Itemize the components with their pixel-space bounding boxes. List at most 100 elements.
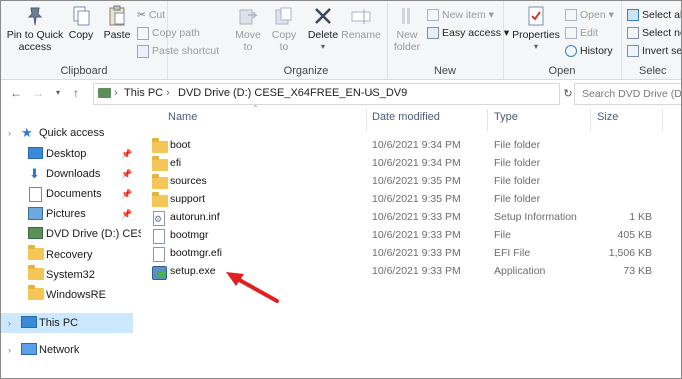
select-none-label: Select no [642, 27, 682, 39]
column-header-name[interactable]: Name [168, 111, 197, 123]
nav-item-downloads[interactable]: ⬇ Downloads 📌 [1, 164, 133, 184]
file-row-bootmgr[interactable]: bootmgr 10/6/2021 9:33 PM File 405 KB [142, 227, 662, 245]
nav-item-windowsre[interactable]: WindowsRE [1, 285, 133, 305]
cut-label: Cut [148, 9, 166, 21]
new-item-button[interactable]: New item ▾ [427, 6, 494, 24]
nav-item-dvd-drive[interactable]: DVD Drive (D:) CESE [1, 224, 141, 244]
invert-selection-label: Invert se [642, 45, 682, 57]
cut-button[interactable]: ✂ Cut [137, 6, 165, 24]
invert-selection-icon [627, 45, 639, 58]
folder-icon [152, 138, 168, 153]
file-type: File folder [494, 175, 541, 187]
copy-button[interactable]: Copy [65, 5, 97, 41]
file-row-setup-exe[interactable]: setup.exe 10/6/2021 9:33 PM Application … [142, 263, 662, 281]
rename-button[interactable]: Rename [341, 5, 381, 41]
column-divider[interactable] [662, 109, 663, 131]
column-header-type[interactable]: Type [494, 111, 518, 123]
file-row-support[interactable]: support 10/6/2021 9:35 PM File folder [142, 191, 662, 209]
column-header-size[interactable]: Size [597, 111, 618, 123]
file-date: 10/6/2021 9:33 PM [372, 211, 461, 223]
refresh-button[interactable]: ↻ [561, 85, 575, 101]
copy-to-icon [275, 7, 292, 25]
nav-item-network[interactable]: › Network [1, 340, 133, 360]
move-to-button[interactable]: Move to [229, 5, 267, 53]
documents-icon [29, 187, 42, 202]
nav-item-this-pc[interactable]: › This PC [1, 313, 133, 333]
invert-selection-button[interactable]: Invert se [627, 42, 682, 60]
nav-item-pictures[interactable]: Pictures 📌 [1, 204, 133, 224]
history-label: History [580, 45, 613, 57]
folder-icon [152, 174, 168, 189]
file-row-bootmgr-efi[interactable]: bootmgr.efi 10/6/2021 9:33 PM EFI File 1… [142, 245, 662, 263]
edit-button[interactable]: Edit [565, 24, 598, 42]
file-name: bootmgr.efi [170, 247, 222, 259]
copy-path-label: Copy path [152, 27, 200, 39]
easy-access-button[interactable]: Easy access ▾ [427, 24, 509, 42]
nav-item-system32[interactable]: System32 [1, 265, 133, 285]
nav-item-recovery[interactable]: Recovery [1, 245, 133, 265]
column-divider[interactable] [366, 109, 367, 131]
paste-label: Paste [103, 29, 131, 41]
nav-label: WindowsRE [46, 289, 106, 301]
paste-shortcut-label: Paste shortcut [152, 45, 220, 57]
copy-path-button[interactable]: Copy path [137, 24, 200, 42]
pin-icon: 📌 [121, 209, 133, 219]
breadcrumb-this-pc[interactable]: This PC [124, 87, 163, 99]
new-group: New folder New item ▾ Easy access ▾ New [387, 1, 509, 79]
pin-icon [27, 7, 43, 26]
scissors-icon: ✂ [137, 9, 146, 22]
open-label: Open [580, 9, 606, 21]
file-name: efi [170, 157, 182, 169]
open-icon [565, 9, 577, 22]
download-icon: ⬇ [29, 166, 40, 181]
select-none-button[interactable]: Select no [627, 24, 682, 42]
properties-button[interactable]: Properties ▾ [509, 5, 563, 53]
new-folder-button[interactable]: New folder [389, 5, 425, 53]
delete-label: Delete [307, 29, 339, 41]
paste-shortcut-icon [137, 44, 149, 58]
clipboard-group-label: Clipboard [60, 65, 108, 77]
file-type: File folder [494, 193, 541, 205]
up-button[interactable]: ↑ [69, 85, 83, 101]
file-row-efi[interactable]: efi 10/6/2021 9:34 PM File folder [142, 155, 662, 173]
clipboard-group: Pin to Quick access Copy Paste ✂ Cut Copy… [1, 1, 219, 79]
nav-item-desktop[interactable]: Desktop 📌 [1, 144, 133, 164]
folder-icon [28, 265, 44, 280]
file-explorer-window: Pin to Quick access Copy Paste ✂ Cut Copy… [0, 0, 682, 379]
recent-locations-button[interactable]: ▾ [51, 85, 65, 101]
pin-icon: 📌 [121, 169, 133, 179]
select-all-button[interactable]: Select all [627, 6, 681, 24]
file-size: 73 KB [623, 265, 652, 277]
open-group-label: Open [548, 65, 576, 77]
column-header-date-modified[interactable]: Date modified [372, 111, 440, 123]
paste-icon [109, 5, 125, 26]
paste-shortcut-button[interactable]: Paste shortcut [137, 42, 219, 60]
star-icon: ★ [21, 125, 33, 140]
file-row-boot[interactable]: boot 10/6/2021 9:34 PM File folder [142, 137, 662, 155]
search-input[interactable]: Search DVD Drive (D [574, 83, 681, 105]
paste-button[interactable]: Paste [101, 5, 133, 41]
address-bar[interactable]: › This PC › DVD Drive (D:) CESE_X64FREE_… [93, 83, 560, 105]
file-row-sources[interactable]: sources 10/6/2021 9:35 PM File folder [142, 173, 662, 191]
column-divider[interactable] [487, 109, 488, 131]
history-button[interactable]: History [565, 42, 613, 60]
forward-button[interactable]: → [31, 85, 45, 101]
nav-item-quick-access[interactable]: › ★ Quick access [1, 123, 133, 143]
select-group-label: Selec [639, 65, 667, 77]
file-row-autorun-inf[interactable]: ⚙ autorun.inf 10/6/2021 9:33 PM Setup In… [142, 209, 662, 227]
pin-to-quick-access-label: Pin to Quick access [6, 29, 64, 53]
file-icon [153, 247, 165, 262]
open-button[interactable]: Open ▾ [565, 6, 614, 24]
delete-button[interactable]: Delete ▾ [305, 5, 341, 53]
copy-to-button[interactable]: Copy to [265, 5, 303, 53]
select-none-icon [627, 27, 639, 40]
pin-to-quick-access-button[interactable]: Pin to Quick access [5, 5, 65, 53]
file-size: 1,506 KB [608, 247, 652, 259]
back-button[interactable]: ← [9, 85, 23, 101]
column-divider[interactable] [590, 109, 591, 131]
expand-chevron-icon: › [8, 345, 11, 355]
nav-item-documents[interactable]: Documents 📌 [1, 184, 133, 204]
nav-label: Downloads [46, 168, 101, 180]
dvd-drive-icon [98, 88, 111, 98]
breadcrumb-expand-icon[interactable]: › [370, 87, 374, 99]
